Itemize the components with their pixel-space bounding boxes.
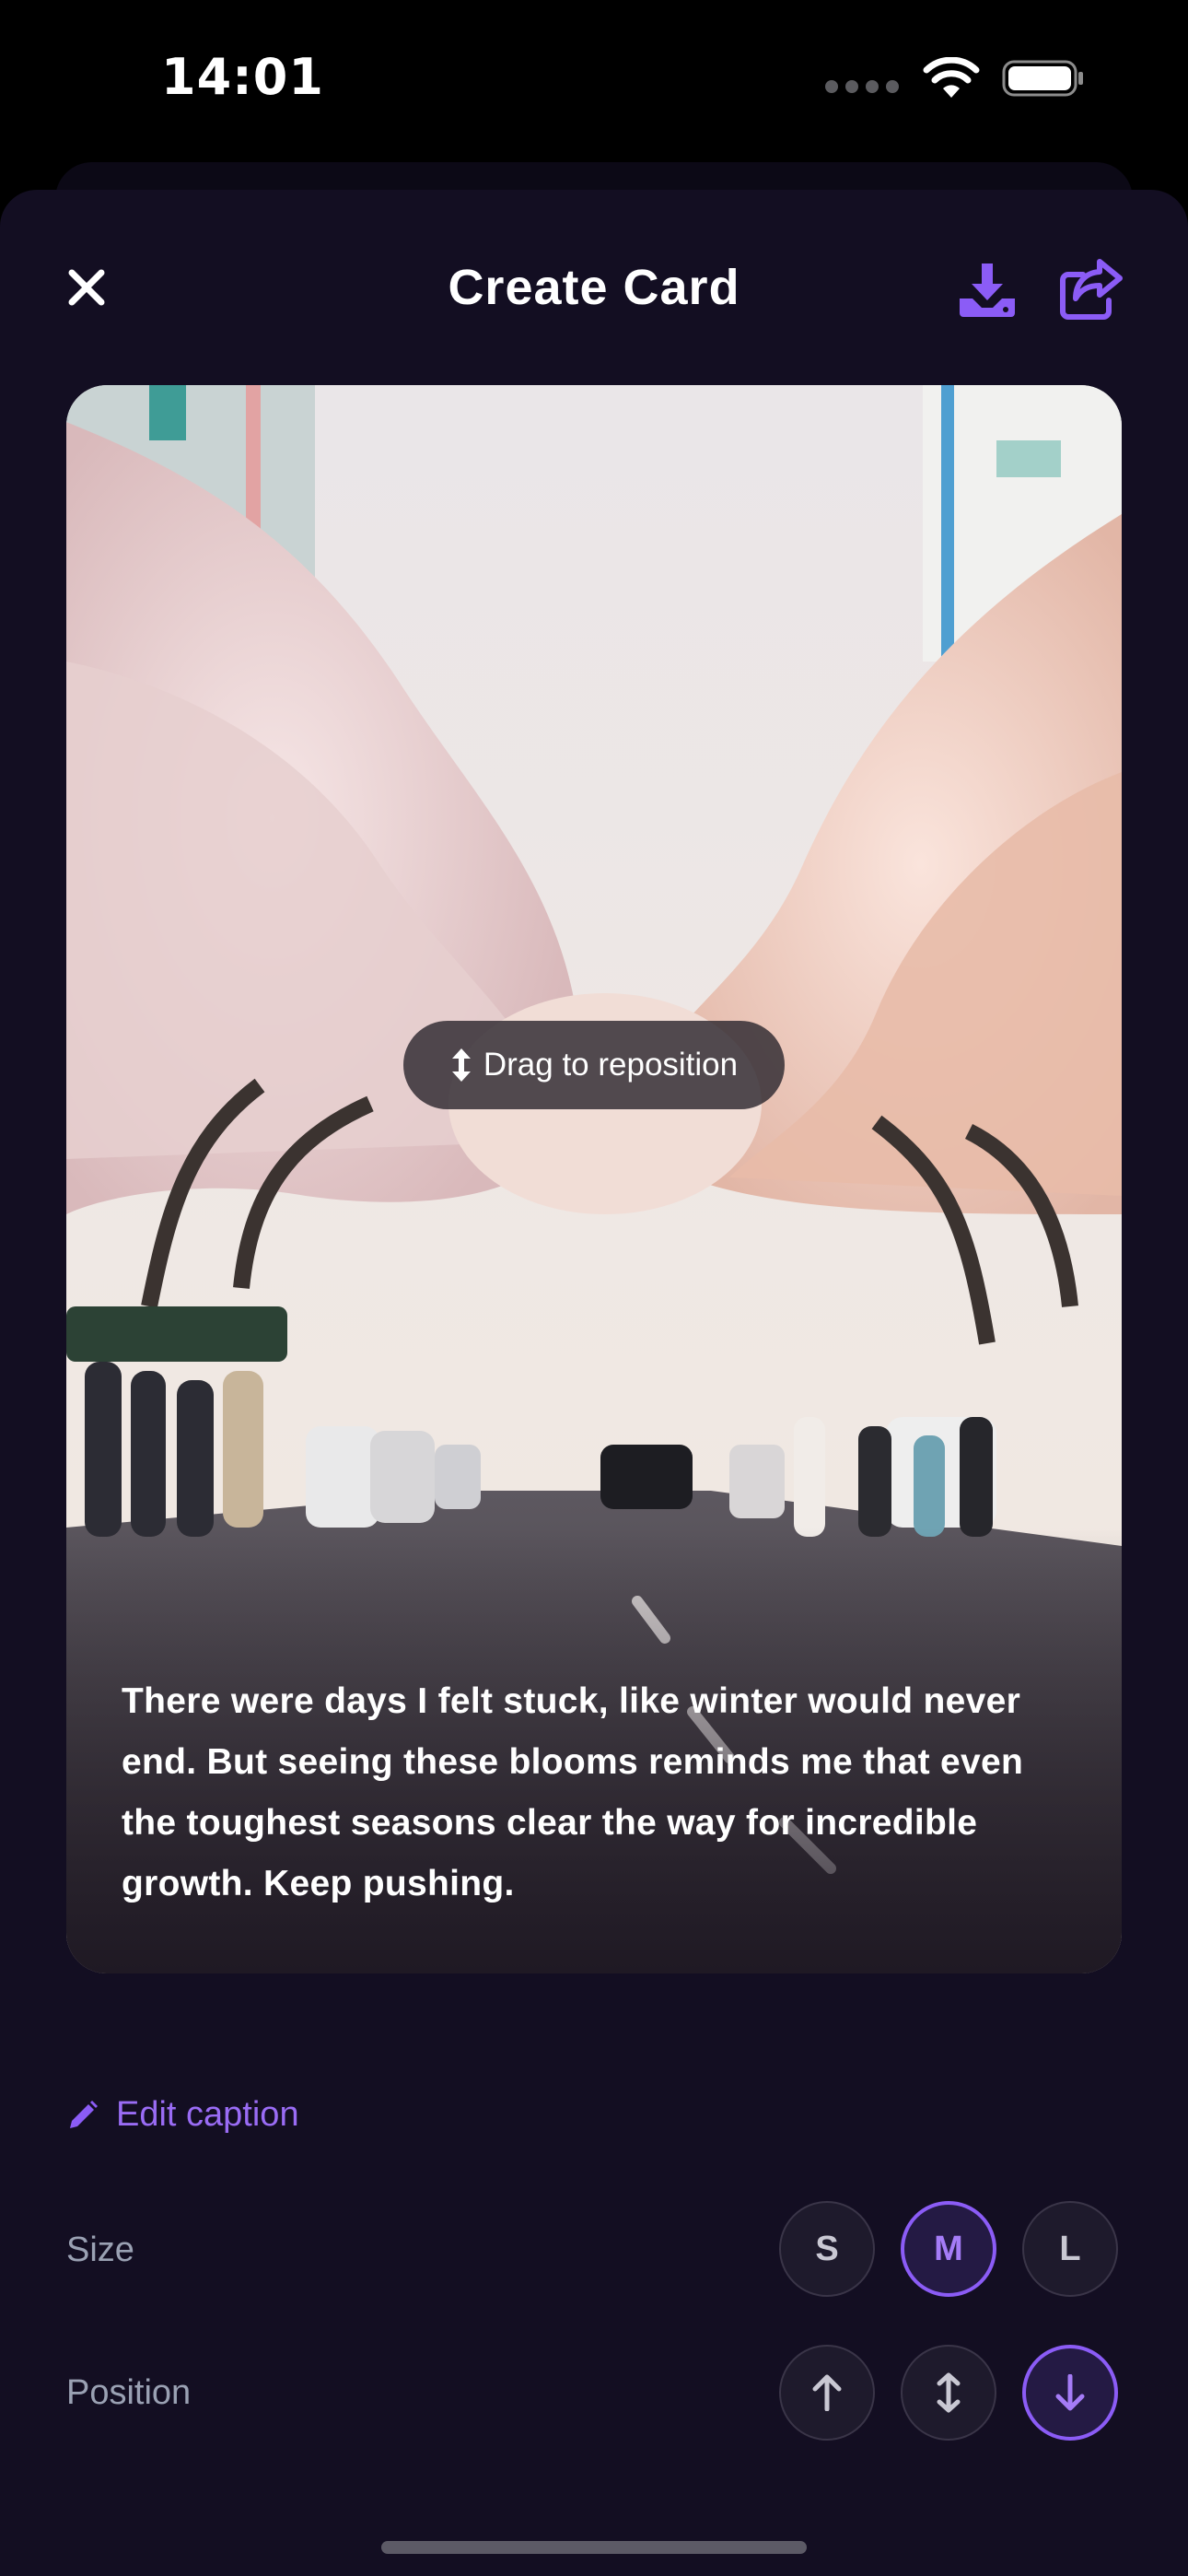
cellular-signal-icon: [825, 80, 899, 93]
vertical-arrows-icon: [451, 1048, 471, 1082]
status-time: 14:01: [161, 48, 324, 106]
share-button[interactable]: [1055, 256, 1125, 322]
size-l-button[interactable]: L: [1022, 2201, 1118, 2297]
size-s-button[interactable]: S: [779, 2201, 875, 2297]
position-top-button[interactable]: [779, 2345, 875, 2441]
pencil-icon: [70, 2100, 98, 2128]
battery-icon: [1002, 60, 1083, 97]
photo-card[interactable]: Drag to reposition There were days I fel…: [66, 385, 1122, 1973]
share-icon: [1060, 259, 1123, 320]
edit-caption-label: Edit caption: [116, 2095, 299, 2134]
arrow-up-icon: [812, 2374, 842, 2411]
drag-hint-label: Drag to reposition: [483, 1047, 739, 1083]
position-label: Position: [66, 2373, 192, 2412]
wifi-icon: [923, 57, 980, 98]
download-icon: [960, 263, 1015, 317]
card-caption: There were days I felt stuck, like winte…: [122, 1681, 1024, 1903]
status-icons: [825, 57, 1085, 100]
download-button[interactable]: [954, 256, 1020, 322]
home-indicator: [381, 2541, 807, 2554]
edit-caption-button[interactable]: Edit caption: [66, 2095, 299, 2135]
drag-to-reposition-hint[interactable]: Drag to reposition: [403, 1021, 785, 1109]
size-label: Size: [66, 2231, 134, 2269]
position-center-button[interactable]: [901, 2345, 996, 2441]
position-bottom-button[interactable]: [1022, 2345, 1118, 2441]
arrow-down-icon: [1055, 2374, 1085, 2411]
size-m-button[interactable]: M: [901, 2201, 996, 2297]
vertical-arrows-icon: [937, 2372, 961, 2413]
